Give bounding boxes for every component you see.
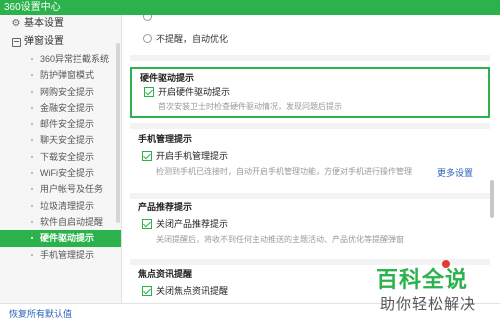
watermark-title: 百科全说 xyxy=(376,267,469,292)
checkbox-hardware-driver[interactable]: 开启硬件驱动提示 xyxy=(144,85,230,98)
checkbox-label: 开启手机管理提示 xyxy=(156,151,229,161)
sidebar-group-label: 基本设置 xyxy=(24,18,64,29)
sidebar-item-label: 360异常拦截系统 xyxy=(40,54,110,64)
checkbox-product-recommend[interactable]: 关闭产品推荐提示 xyxy=(142,217,228,230)
sidebar-item-label: 垃圾清理提示 xyxy=(40,200,95,211)
checkbox-phone-management[interactable]: 开启手机管理提示 xyxy=(142,149,228,162)
checkbox-checked-icon[interactable] xyxy=(142,150,152,161)
bullet-icon xyxy=(31,90,33,93)
bullet-icon xyxy=(31,204,33,207)
sidebar-item-phone-management[interactable]: 手机管理提示 xyxy=(0,247,121,263)
section-hardware-driver: 硬件驱动提示 开启硬件驱动提示 首次安装卫士时检查硬件驱动情况，发现问题后提示 xyxy=(130,67,490,118)
bullet-icon xyxy=(31,106,33,109)
bullet-icon xyxy=(31,172,33,175)
sidebar-item-label: 下载安全提示 xyxy=(40,151,95,162)
sidebar-item-label: 手机管理提示 xyxy=(40,249,95,260)
gear-icon: ⚙ xyxy=(11,18,21,29)
section-title: 产品推荐提示 xyxy=(138,202,193,212)
window-title: 360设置中心 xyxy=(4,2,61,13)
bullet-icon xyxy=(31,155,33,158)
section-description: 首次安装卫士时检查硬件驱动情况，发现问题后提示 xyxy=(158,102,342,111)
popup-icon xyxy=(11,37,21,47)
radio-option-partial[interactable] xyxy=(143,15,156,23)
section-title: 焦点资讯提醒 xyxy=(138,269,193,279)
radio-button[interactable] xyxy=(143,15,152,21)
checkbox-focus-news[interactable]: 关闭焦点资讯提醒 xyxy=(142,284,228,297)
checkbox-label: 关闭产品推荐提示 xyxy=(156,219,229,229)
checkbox-checked-icon[interactable] xyxy=(142,218,152,229)
section-description: 关闭提醒后，将收不到任何主动推送的主题活动、产品优化等提醒弹窗 xyxy=(156,235,404,244)
sidebar-item-account-tasks[interactable]: 用户帐号及任务 xyxy=(0,181,121,197)
sidebar-item-label: WiFi安全提示 xyxy=(40,168,94,179)
sidebar-item-chat-security[interactable]: 聊天安全提示 xyxy=(0,132,121,148)
main-scrollbar[interactable] xyxy=(490,180,494,218)
sidebar-scrollbar[interactable] xyxy=(116,43,120,223)
checkbox-checked-icon[interactable] xyxy=(142,285,152,296)
checkbox-label: 关闭焦点资讯提醒 xyxy=(156,286,229,296)
bullet-icon xyxy=(31,74,33,77)
sidebar-item-finance-security[interactable]: 金融安全提示 xyxy=(0,100,121,116)
watermark-subtitle: 助你轻松解决 xyxy=(380,296,477,313)
restore-defaults-link[interactable]: 恢复所有默认值 xyxy=(9,307,72,321)
sidebar-item-download-security[interactable]: 下载安全提示 xyxy=(0,149,121,165)
bullet-icon xyxy=(31,220,33,223)
sidebar-item-mail-security[interactable]: 邮件安全提示 xyxy=(0,116,121,132)
sidebar-item-wifi-security[interactable]: WiFi安全提示 xyxy=(0,165,121,181)
watermark-logo: 百科全说 助你轻松解决 xyxy=(368,260,500,324)
section-phone-management: 手机管理提示 开启手机管理提示 检测到手机已连接时，自动开启手机管理功能，方便对… xyxy=(130,132,490,192)
sidebar-item-software-autostart[interactable]: 软件自启动提醒 xyxy=(0,214,121,230)
sidebar-group-popup[interactable]: 弹窗设置 xyxy=(0,33,121,51)
section-divider xyxy=(130,193,490,199)
section-product-recommend: 产品推荐提示 关闭产品推荐提示 关闭提醒后，将收不到任何主动推送的主题活动、产品… xyxy=(130,200,490,260)
bullet-icon xyxy=(31,123,33,126)
section-title: 手机管理提示 xyxy=(138,134,193,144)
checkbox-label: 开启硬件驱动提示 xyxy=(158,87,231,97)
bullet-icon xyxy=(31,139,33,142)
radio-label: 不提醒，自动优化 xyxy=(156,33,229,44)
sidebar-item-hardware-driver[interactable]: 硬件驱动提示 xyxy=(0,230,121,247)
sidebar-item-label: 邮件安全提示 xyxy=(40,119,95,130)
sidebar-item-junk-cleanup[interactable]: 垃圾清理提示 xyxy=(0,198,121,214)
radio-button[interactable] xyxy=(143,33,152,43)
section-description: 检测到手机已连接时，自动开启手机管理功能，方便对手机进行操作管理 xyxy=(156,167,412,176)
bullet-icon xyxy=(31,58,33,60)
checkbox-checked-icon[interactable] xyxy=(144,86,154,97)
section-divider xyxy=(130,55,490,61)
sidebar-item-shopping-security[interactable]: 网购安全提示 xyxy=(0,84,121,100)
section-title: 硬件驱动提示 xyxy=(140,73,195,83)
sidebar-item-popup-mode[interactable]: 防护弹窗模式 xyxy=(0,67,121,83)
sidebar-item-label: 网购安全提示 xyxy=(40,86,95,97)
sidebar-item-label: 软件自启动提醒 xyxy=(40,216,104,227)
more-settings-link[interactable]: 更多设置 xyxy=(437,166,473,179)
sidebar-item-label: 金融安全提示 xyxy=(40,102,95,113)
sidebar-group-label: 弹窗设置 xyxy=(24,36,64,47)
bullet-icon xyxy=(31,188,33,191)
sidebar-item-label: 硬件驱动提示 xyxy=(40,233,95,244)
bullet-icon xyxy=(31,237,33,240)
sidebar-item-label: 防护弹窗模式 xyxy=(40,70,95,81)
window-title-bar: 360设置中心 xyxy=(0,0,500,15)
sidebar-item-label: 用户帐号及任务 xyxy=(40,184,104,195)
bullet-icon xyxy=(31,253,33,256)
section-divider xyxy=(130,123,490,129)
radio-option-no-remind[interactable]: 不提醒，自动优化 xyxy=(143,31,228,45)
sidebar-item-anomaly-block[interactable]: 360异常拦截系统 xyxy=(0,51,121,67)
sidebar-item-label: 聊天安全提示 xyxy=(40,135,95,146)
sidebar-group-basic[interactable]: ⚙ 基本设置 xyxy=(0,15,121,33)
sidebar: ⚙ 基本设置 弹窗设置 360异常拦截系统 防护弹窗模式 网购安全提示 金融安全… xyxy=(0,15,122,303)
